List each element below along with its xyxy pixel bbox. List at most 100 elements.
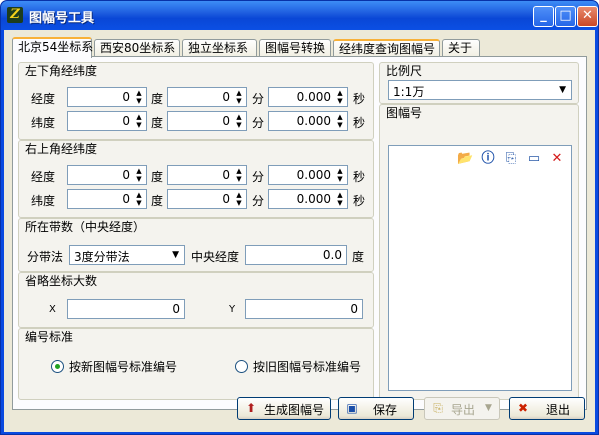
maximize-button[interactable]: □ xyxy=(555,6,576,27)
chevron-down-icon[interactable]: ▼ xyxy=(559,85,566,95)
spinner-arrows-icon[interactable]: ▲ ▼ xyxy=(134,113,144,129)
scale-group: 比例尺 1:1万 ▼ xyxy=(379,62,579,104)
generate-button[interactable]: ⬆ 生成图幅号 xyxy=(237,397,331,420)
ur-lon-deg-spinner[interactable]: 0 ▲ ▼ xyxy=(67,165,147,185)
lat-label: 纬度 xyxy=(31,116,56,130)
spinner-arrows-icon[interactable]: ▲ ▼ xyxy=(335,167,345,183)
zone-group: 所在带数（中央经度） 分带法 3度分带法 ▼ 中央经度 0.0 度 xyxy=(18,218,374,272)
spinner-arrows-icon[interactable]: ▲ ▼ xyxy=(234,89,244,105)
ll-lat-deg-spinner[interactable]: 0 ▲ ▼ xyxy=(67,111,147,131)
meridian-unit: 度 xyxy=(352,250,365,264)
ll-lat-min-spinner[interactable]: 0 ▲ ▼ xyxy=(167,111,247,131)
exit-button[interactable]: ✖ 退出 xyxy=(509,397,585,420)
spinner-arrows-icon[interactable]: ▲ ▼ xyxy=(134,89,144,105)
ur-lat-deg-spinner[interactable]: 0 ▲ ▼ xyxy=(67,189,147,209)
deg-unit: 度 xyxy=(151,194,164,208)
sheet-group: 图幅号 xyxy=(379,104,579,400)
spinner-arrows-icon[interactable]: ▲ ▼ xyxy=(234,113,244,129)
sec-unit: 秒 xyxy=(353,170,366,184)
delete-icon[interactable]: ✕ xyxy=(549,151,565,167)
tab-independent[interactable]: 独立坐标系 xyxy=(182,39,257,57)
spinner-arrows-icon[interactable]: ▲ ▼ xyxy=(335,89,345,105)
ur-lat-min-spinner[interactable]: 0 ▲ ▼ xyxy=(167,189,247,209)
chevron-down-icon: ▼ xyxy=(485,403,492,413)
ur-lon-sec-spinner[interactable]: 0.000 ▲ ▼ xyxy=(268,165,348,185)
tab-sheet-convert[interactable]: 图幅号转换 xyxy=(259,39,331,57)
lon-label: 经度 xyxy=(31,170,56,184)
spinner-arrows-icon[interactable]: ▲ ▼ xyxy=(234,191,244,207)
central-meridian-field[interactable]: 0.0 xyxy=(245,245,347,265)
ll-lon-min-spinner[interactable]: 0 ▲ ▼ xyxy=(167,87,247,107)
sheet-list[interactable] xyxy=(388,145,572,391)
group-legend: 比例尺 xyxy=(386,64,423,78)
close-icon: ✖ xyxy=(517,401,529,415)
min-unit: 分 xyxy=(252,194,265,208)
export-icon: ⎘ xyxy=(433,401,443,415)
tab-page: 左下角经纬度 经度 0 ▲ ▼ 度 0 ▲ ▼ 分 0.000 ▲ ▼ 秒 纬度 0 ▲ ▼ 度… xyxy=(12,56,587,410)
group-legend: 省略坐标大数 xyxy=(25,274,98,288)
minimize-button[interactable]: _ xyxy=(533,6,554,27)
group-legend: 左下角经纬度 xyxy=(25,64,98,78)
group-legend: 编号标准 xyxy=(25,330,74,344)
ur-lon-min-spinner[interactable]: 0 ▲ ▼ xyxy=(167,165,247,185)
ll-lon-deg-spinner[interactable]: 0 ▲ ▼ xyxy=(67,87,147,107)
deg-unit: 度 xyxy=(151,92,164,106)
open-folder-icon[interactable]: 📂 xyxy=(457,151,473,167)
title-bar[interactable]: Z 图幅号工具 _ □ ✕ xyxy=(1,1,598,30)
window-icon[interactable]: ▭ xyxy=(526,151,542,167)
spinner-arrows-icon[interactable]: ▲ ▼ xyxy=(134,191,144,207)
spinner-arrows-icon[interactable]: ▲ ▼ xyxy=(335,191,345,207)
x-label: X xyxy=(49,304,56,315)
zone-method-label: 分带法 xyxy=(27,250,64,264)
close-button[interactable]: ✕ xyxy=(577,6,598,27)
lon-label: 经度 xyxy=(31,92,56,106)
ur-lat-sec-spinner[interactable]: 0.000 ▲ ▼ xyxy=(268,189,348,209)
min-unit: 分 xyxy=(252,170,265,184)
ll-lon-sec-spinner[interactable]: 0.000 ▲ ▼ xyxy=(268,87,348,107)
new-standard-radio[interactable] xyxy=(51,360,64,373)
scale-select[interactable]: 1:1万 ▼ xyxy=(388,80,572,100)
group-legend: 图幅号 xyxy=(386,106,423,120)
deg-unit: 度 xyxy=(151,116,164,130)
tab-beijing54[interactable]: 北京54坐标系 xyxy=(12,37,93,58)
old-standard-radio[interactable] xyxy=(235,360,248,373)
omit-y-field[interactable]: 0 xyxy=(245,299,363,319)
chevron-down-icon[interactable]: ▼ xyxy=(172,250,179,260)
spinner-arrows-icon[interactable]: ▲ ▼ xyxy=(134,167,144,183)
y-label: Y xyxy=(229,304,236,315)
sec-unit: 秒 xyxy=(353,116,366,130)
tab-xian80[interactable]: 西安80坐标系 xyxy=(94,39,180,57)
save-button[interactable]: ▣ 保存 xyxy=(338,397,414,420)
group-legend: 所在带数（中央经度） xyxy=(25,220,146,234)
window-title: 图幅号工具 xyxy=(29,11,95,26)
app-icon: Z xyxy=(7,7,23,23)
export-button[interactable]: ⎘ 导出 ▼ xyxy=(424,397,500,420)
standard-group: 编号标准 按新图幅号标准编号 按旧图幅号标准编号 xyxy=(18,328,374,400)
omit-group: 省略坐标大数 X 0 Y 0 xyxy=(18,272,374,328)
omit-x-field[interactable]: 0 xyxy=(67,299,185,319)
sec-unit: 秒 xyxy=(353,92,366,106)
tab-latlon-query[interactable]: 经纬度查询图幅号 xyxy=(333,39,440,57)
info-icon[interactable]: ⓘ xyxy=(480,151,496,167)
copy-icon[interactable]: ⎘ xyxy=(503,151,519,167)
min-unit: 分 xyxy=(252,116,265,130)
deg-unit: 度 xyxy=(151,170,164,184)
lat-label: 纬度 xyxy=(31,194,56,208)
ll-lat-sec-spinner[interactable]: 0.000 ▲ ▼ xyxy=(268,111,348,131)
app-window: Z 图幅号工具 _ □ ✕ 北京54坐标系 西安80坐标系 独立坐标系 图幅号转… xyxy=(0,0,599,435)
sec-unit: 秒 xyxy=(353,194,366,208)
new-standard-label[interactable]: 按新图幅号标准编号 xyxy=(69,358,177,375)
spinner-arrows-icon[interactable]: ▲ ▼ xyxy=(234,167,244,183)
group-legend: 右上角经纬度 xyxy=(25,142,98,156)
min-unit: 分 xyxy=(252,92,265,106)
floppy-disk-icon: ▣ xyxy=(346,401,358,415)
lower-left-group: 左下角经纬度 经度 0 ▲ ▼ 度 0 ▲ ▼ 分 0.000 ▲ ▼ 秒 纬度 0 ▲ ▼ 度… xyxy=(18,62,374,140)
upper-right-group: 右上角经纬度 经度 0 ▲ ▼ 度 0 ▲ ▼ 分 0.000 ▲ ▼ 秒 纬度 0 ▲ ▼ 度… xyxy=(18,140,374,218)
spinner-arrows-icon[interactable]: ▲ ▼ xyxy=(335,113,345,129)
client-area: 北京54坐标系 西安80坐标系 独立坐标系 图幅号转换 经纬度查询图幅号 关于 … xyxy=(4,30,595,432)
generate-icon: ⬆ xyxy=(245,401,257,415)
zone-method-select[interactable]: 3度分带法 ▼ xyxy=(69,245,185,265)
old-standard-label[interactable]: 按旧图幅号标准编号 xyxy=(253,358,361,375)
tab-about[interactable]: 关于 xyxy=(442,39,480,57)
central-meridian-label: 中央经度 xyxy=(191,250,240,264)
